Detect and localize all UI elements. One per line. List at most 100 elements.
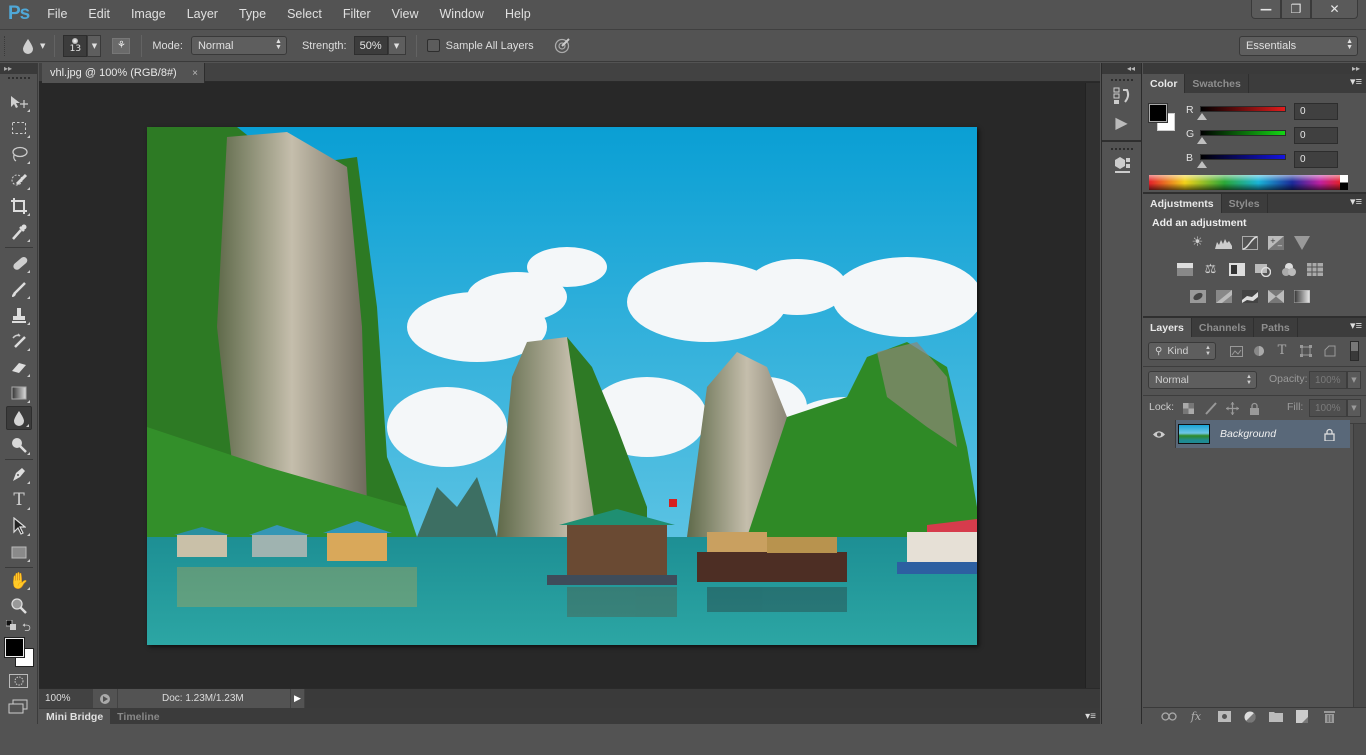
tools-panel-grip[interactable] [7,77,30,80]
tab-swatches[interactable]: Swatches [1185,74,1249,93]
g-value-input[interactable]: 0 [1294,127,1338,144]
tab-adjustments[interactable]: Adjustments [1143,194,1222,213]
b-slider[interactable] [1200,154,1286,160]
tab-layers[interactable]: Layers [1143,318,1192,337]
zoom-level[interactable]: 100% [45,693,87,704]
collapse-dock-button[interactable]: ◂◂ [1102,63,1141,74]
blend-mode-select[interactable]: Normal ▲ ▼ [1148,371,1257,389]
tab-styles[interactable]: Styles [1222,194,1268,213]
type-tool[interactable]: T [6,488,32,512]
fill-input[interactable]: 100% [1309,399,1347,417]
r-value-input[interactable]: 0 [1294,103,1338,120]
rectangle-tool[interactable] [6,540,32,564]
menu-type[interactable]: Type [239,7,266,21]
dock-grip-2[interactable] [1110,148,1133,151]
move-tool[interactable] [6,90,32,114]
tab-timeline[interactable]: Timeline [110,709,166,724]
restore-button[interactable]: ❐ [1281,0,1311,19]
menu-window[interactable]: Window [440,7,484,21]
history-panel-button[interactable] [1108,84,1136,108]
image-canvas[interactable] [147,127,977,645]
r-slider[interactable] [1200,106,1286,112]
threshold-button[interactable] [1241,289,1258,304]
gradient-tool[interactable] [6,381,32,405]
mode-select[interactable]: Normal ▲ ▼ [190,36,287,55]
dodge-tool[interactable] [6,433,32,457]
link-layers-button[interactable] [1161,710,1177,723]
lasso-tool[interactable] [6,142,32,166]
panel-menu-icon[interactable]: ▾≡ [1350,77,1362,88]
g-slider-thumb[interactable] [1197,137,1207,144]
tab-paths[interactable]: Paths [1254,318,1298,337]
b-slider-thumb[interactable] [1197,161,1207,168]
minimize-button[interactable]: — [1251,0,1281,19]
lock-position-button[interactable] [1225,401,1239,415]
workspace-select[interactable]: Essentials ▲ ▼ [1239,36,1358,56]
strength-slider-button[interactable]: ▼ [387,36,406,55]
tools-panel-expand[interactable]: ▸▸ [0,63,37,74]
menu-select[interactable]: Select [287,7,322,21]
spot-healing-brush-tool[interactable] [6,251,32,275]
zoom-tool[interactable] [6,594,32,618]
menu-view[interactable]: View [392,7,419,21]
vibrance-button[interactable] [1293,235,1310,250]
invert-button[interactable] [1189,289,1206,304]
lock-all-button[interactable] [1247,401,1261,415]
options-bar-grip[interactable] [4,35,8,56]
pressure-button[interactable] [554,37,572,55]
close-button[interactable]: ✕ [1311,0,1358,19]
clone-stamp-tool[interactable] [6,303,32,327]
brush-panel-toggle[interactable]: ⚘ [112,37,131,54]
menu-filter[interactable]: Filter [343,7,371,21]
status-share-button[interactable] [93,689,117,708]
new-adjustment-layer-button[interactable] [1242,710,1258,723]
curves-button[interactable] [1241,235,1258,250]
3d-panel-button[interactable] [1108,153,1136,177]
brush-dropdown-button[interactable]: ▼ [87,34,102,57]
panel-menu-icon[interactable]: ▾≡ [1350,197,1362,208]
foreground-color-swatch[interactable] [4,637,25,658]
brush-tool[interactable] [6,277,32,301]
color-spectrum-ramp[interactable] [1149,175,1348,190]
path-selection-tool[interactable] [6,514,32,538]
quick-mask-button[interactable] [9,674,28,688]
black-white-button[interactable] [1228,262,1245,277]
eraser-tool[interactable] [6,355,32,379]
layer-filter-kind-select[interactable]: ⚲ Kind ▲ ▼ [1148,342,1216,360]
layer-row-background[interactable]: Background [1143,420,1350,448]
filter-adjustment-layers-button[interactable] [1252,344,1266,358]
tab-channels[interactable]: Channels [1192,318,1255,337]
hue-saturation-button[interactable] [1176,262,1193,277]
quick-selection-tool[interactable] [6,168,32,192]
photo-filter-button[interactable] [1254,262,1271,277]
filter-smart-objects-button[interactable] [1323,344,1337,358]
layers-scrollbar[interactable] [1353,424,1366,724]
blur-tool[interactable] [6,406,32,430]
exposure-button[interactable]: + − [1267,235,1284,250]
panel-menu-icon[interactable]: ▾≡ [1085,711,1096,722]
dock-grip[interactable] [1110,79,1133,82]
menu-help[interactable]: Help [505,7,531,21]
pen-tool[interactable] [6,462,32,486]
swap-colors-button[interactable]: ⮌ [22,619,31,638]
tab-mini-bridge[interactable]: Mini Bridge [39,709,111,724]
menu-edit[interactable]: Edit [88,7,110,21]
opacity-slider-button[interactable]: ▼ [1347,371,1361,389]
crop-tool[interactable] [6,194,32,218]
strength-input[interactable]: 50% [353,36,388,55]
selective-color-button[interactable] [1267,289,1284,304]
opacity-input[interactable]: 100% [1309,371,1347,389]
add-layer-mask-button[interactable] [1216,710,1232,723]
tool-preset-picker[interactable]: ▼ [22,38,45,54]
hand-tool[interactable]: ✋ [6,568,32,592]
document-tab[interactable]: vhl.jpg @ 100% (RGB/8#) × [42,63,205,83]
actions-panel-button[interactable]: ▶ [1108,110,1136,134]
layer-filter-toggle[interactable] [1350,341,1359,361]
b-value-input[interactable]: 0 [1294,151,1338,168]
menu-file[interactable]: File [47,7,67,21]
status-menu-button[interactable]: ▶ [291,689,304,708]
levels-button[interactable] [1215,235,1232,250]
menu-image[interactable]: Image [131,7,166,21]
horizontal-scrollbar[interactable] [305,689,1100,708]
filter-shape-layers-button[interactable] [1299,344,1313,358]
